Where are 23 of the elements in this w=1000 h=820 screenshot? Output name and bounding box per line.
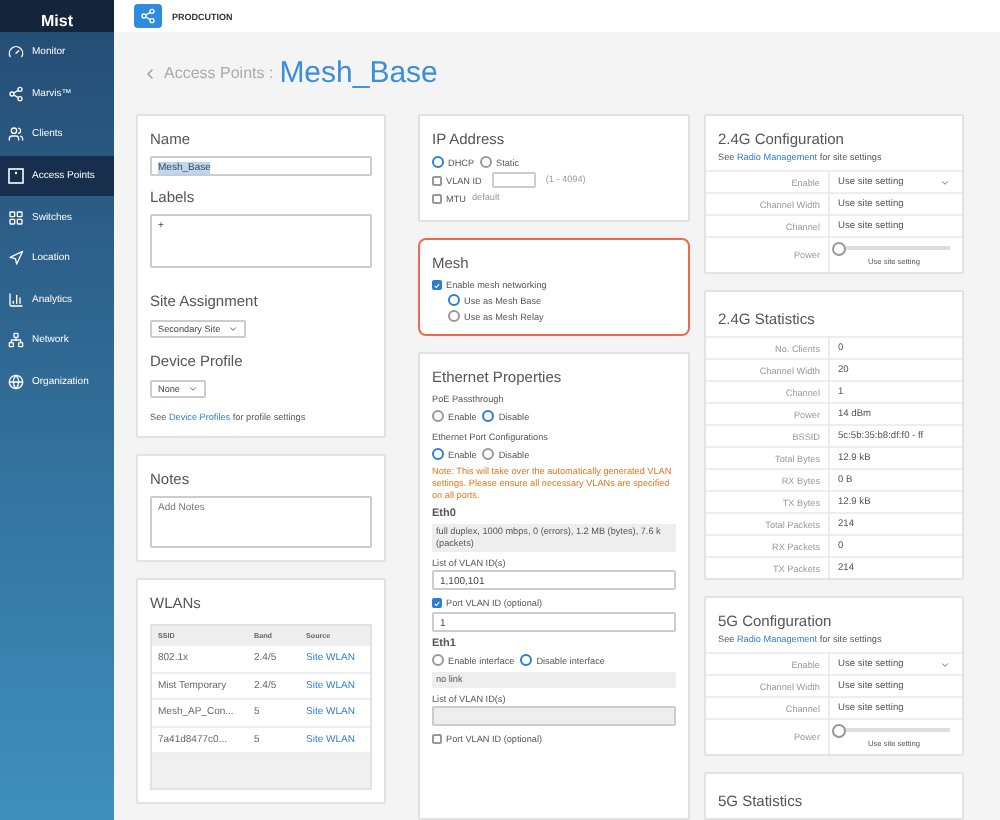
vlan-input[interactable] [491, 172, 536, 188]
bar-chart-icon [8, 291, 24, 308]
page-title: Mesh_Base [279, 56, 438, 90]
slider-thumb[interactable] [831, 723, 845, 737]
vlan-list-input[interactable] [432, 706, 676, 726]
nodes-icon [8, 85, 24, 102]
slider-thumb[interactable] [831, 241, 845, 255]
access-point-icon [8, 168, 24, 185]
site-logo-icon[interactable] [134, 4, 162, 28]
users-icon [8, 126, 24, 143]
caret-icon [940, 177, 950, 187]
location-arrow-icon [8, 250, 24, 267]
network-icon [8, 332, 24, 349]
globe-icon [8, 374, 24, 391]
caret-icon [940, 659, 950, 669]
mist-logo: Mist [0, 0, 114, 32]
caret-icon [228, 324, 239, 334]
check-icon [434, 281, 440, 289]
caret-icon [187, 384, 198, 394]
check-icon [434, 599, 440, 607]
grid-icon [8, 209, 24, 226]
gauge-icon [8, 44, 24, 61]
back-icon[interactable] [142, 65, 158, 81]
